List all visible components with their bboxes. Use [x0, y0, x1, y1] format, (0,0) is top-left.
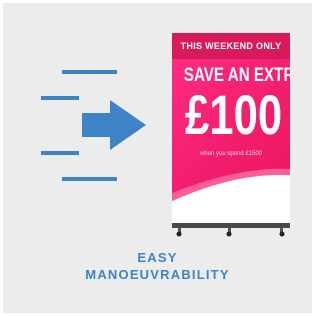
arrow-right-icon: [82, 100, 146, 150]
feature-card: THIS WEEKEND ONLY SAVE AN EXTRA £100 whe…: [3, 3, 312, 313]
poster-stand-base: [172, 223, 290, 237]
promo-poster: THIS WEEKEND ONLY SAVE AN EXTRA £100 whe…: [172, 33, 290, 225]
caption-line-1: EASY: [137, 250, 178, 265]
speed-lines-icon: [41, 70, 146, 181]
feature-caption: EASY MANOEUVRABILITY: [3, 249, 312, 283]
caption-line-2: MANOEUVRABILITY: [85, 267, 230, 282]
poster-swoosh-graphic: [172, 168, 290, 225]
